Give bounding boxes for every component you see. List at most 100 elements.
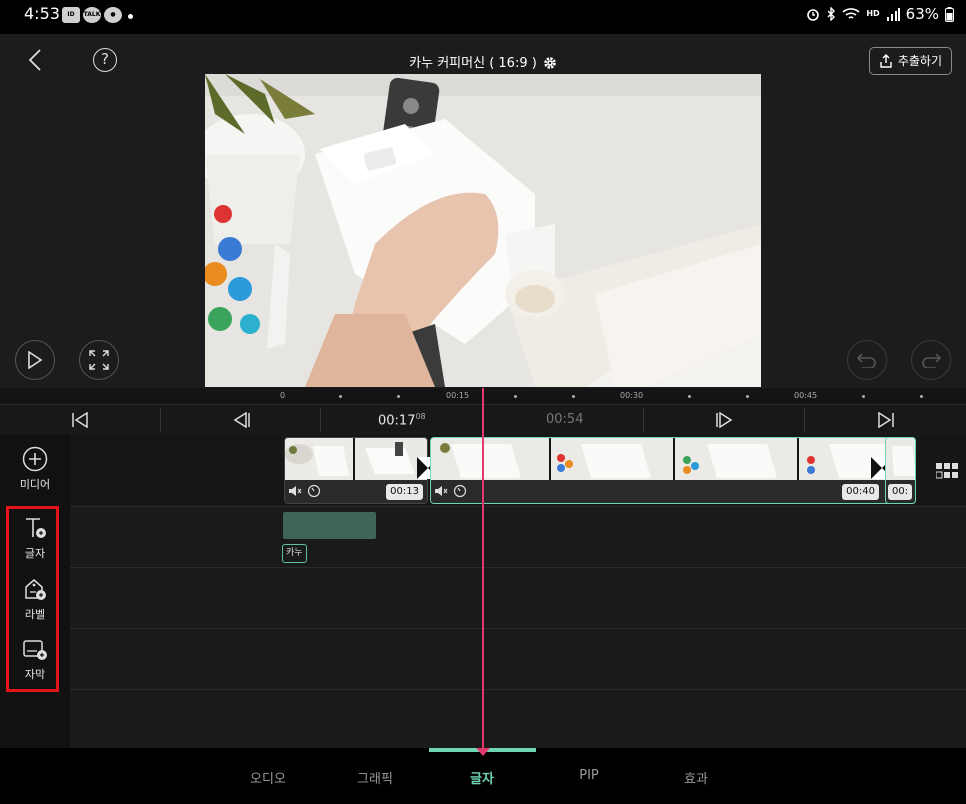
current-time-main: 00:17: [378, 413, 416, 429]
project-title-text: 카누 커피머신 ( 16:9 ): [409, 56, 537, 71]
clip-thumbnail: [886, 438, 915, 482]
divider: [160, 408, 161, 432]
ruler-label: 0: [280, 391, 286, 400]
video-clip[interactable]: 00:: [885, 437, 916, 504]
highlight-annotation-box: [6, 506, 59, 692]
next-frame-button[interactable]: [694, 405, 754, 435]
play-button[interactable]: [15, 340, 55, 380]
expand-icon: [89, 350, 109, 370]
ruler-tick: [339, 395, 342, 398]
video-frame-image: [205, 74, 761, 387]
undo-icon: [856, 353, 876, 368]
redo-button[interactable]: [911, 340, 951, 380]
clip-thumbnail: [551, 438, 673, 482]
more-notifications-icon: [128, 14, 133, 19]
tab-pip[interactable]: PIP: [549, 768, 629, 783]
status-time: 4:53: [24, 4, 60, 23]
divider: [320, 408, 321, 432]
clip-duration: 00:: [888, 484, 913, 500]
app-icon: ●: [104, 7, 122, 23]
text-layer-tag[interactable]: 카누: [282, 544, 307, 563]
speed-icon[interactable]: [307, 484, 321, 498]
ruler-tick: [688, 395, 691, 398]
skip-end-icon: [878, 412, 894, 428]
playhead[interactable]: [482, 388, 484, 758]
mute-icon[interactable]: [288, 485, 302, 497]
clip-thumbnail: [675, 438, 797, 482]
export-button[interactable]: 추출하기: [868, 47, 952, 75]
ruler-tick: [514, 395, 517, 398]
layer-track: [70, 629, 966, 690]
text-layer-track: 카누: [70, 507, 966, 568]
previous-frame-button[interactable]: [212, 405, 272, 435]
battery-icon: [945, 6, 954, 22]
project-title[interactable]: 카누 커피머신 ( 16:9 ): [0, 52, 966, 71]
ruler-label: 00:30: [620, 391, 644, 400]
alarm-icon: [807, 9, 820, 21]
layer-tab-bar: 오디오 그래픽 글자 PIP 효과: [0, 748, 966, 804]
bluetooth-icon: [827, 7, 836, 21]
step-forward-icon: [716, 412, 733, 428]
timeline-grid-button[interactable]: [935, 463, 958, 479]
ruler-tick: [746, 395, 749, 398]
tab-effect[interactable]: 효과: [656, 768, 736, 787]
clip-thumbnail: [431, 438, 549, 482]
signal-icon: [886, 7, 900, 21]
thumbnail-image: [551, 438, 673, 482]
thumbnail-image: [431, 438, 549, 482]
wifi-icon: [842, 8, 860, 19]
ruler-label: 00:15: [446, 391, 470, 400]
jump-to-end-button[interactable]: [856, 405, 916, 435]
layer-track: [70, 690, 966, 748]
mute-icon[interactable]: [434, 485, 448, 497]
export-icon: [880, 54, 892, 68]
status-bar: 4:53 ID TALK ● HD 63%: [0, 0, 966, 34]
grid-icon: [935, 463, 958, 479]
layer-track: [70, 568, 966, 629]
export-label: 추출하기: [897, 54, 942, 68]
speed-icon[interactable]: [453, 484, 467, 498]
notification-icon: ID: [62, 7, 80, 23]
ruler-label: 00:45: [794, 391, 818, 400]
skip-start-icon: [72, 412, 88, 428]
play-icon: [28, 351, 43, 369]
playhead-marker: [476, 748, 490, 756]
clip-duration: 00:13: [386, 484, 423, 500]
total-duration: 00:54: [546, 412, 584, 427]
video-preview[interactable]: [205, 74, 761, 387]
divider: [643, 408, 644, 432]
video-clip[interactable]: 00:13: [284, 437, 428, 504]
ruler-tick: [397, 395, 400, 398]
divider: [804, 408, 805, 432]
layer-tool-panel: 미디어 글자 라벨 자막: [0, 435, 70, 748]
kakaotalk-icon: TALK: [83, 7, 101, 23]
current-time-frames: 08: [415, 412, 426, 421]
video-track: 00:13 00:40 00:: [70, 435, 966, 507]
preview-area: [0, 74, 966, 388]
clip-audio-row: 00:13: [285, 480, 427, 503]
clip-audio-row: 00:40: [431, 480, 915, 503]
tab-audio[interactable]: 오디오: [228, 768, 308, 787]
step-back-icon: [233, 412, 250, 428]
ruler-tick: [920, 395, 923, 398]
redo-icon: [922, 353, 942, 368]
ruler-tick: [572, 395, 575, 398]
network-type: HD: [866, 9, 880, 18]
clip-thumbnail: [285, 438, 353, 482]
video-clip[interactable]: 00:40: [430, 437, 916, 504]
tab-text[interactable]: 글자: [442, 768, 522, 787]
undo-button[interactable]: [847, 340, 887, 380]
jump-to-start-button[interactable]: [50, 405, 110, 435]
fullscreen-button[interactable]: [79, 340, 119, 380]
tab-graphic[interactable]: 그래픽: [335, 768, 415, 787]
text-layer-clip[interactable]: [283, 512, 376, 539]
media-label: 미디어: [19, 478, 51, 491]
battery-percent: 63%: [905, 5, 939, 23]
add-media-button[interactable]: 미디어: [0, 446, 70, 492]
clip-audio-row: 00:: [886, 480, 915, 503]
add-circle-icon: [22, 446, 48, 472]
clip-duration: 00:40: [842, 484, 879, 500]
thumbnail-image: [285, 438, 353, 482]
thumbnail-image: [886, 438, 915, 482]
gear-icon[interactable]: [543, 56, 557, 70]
